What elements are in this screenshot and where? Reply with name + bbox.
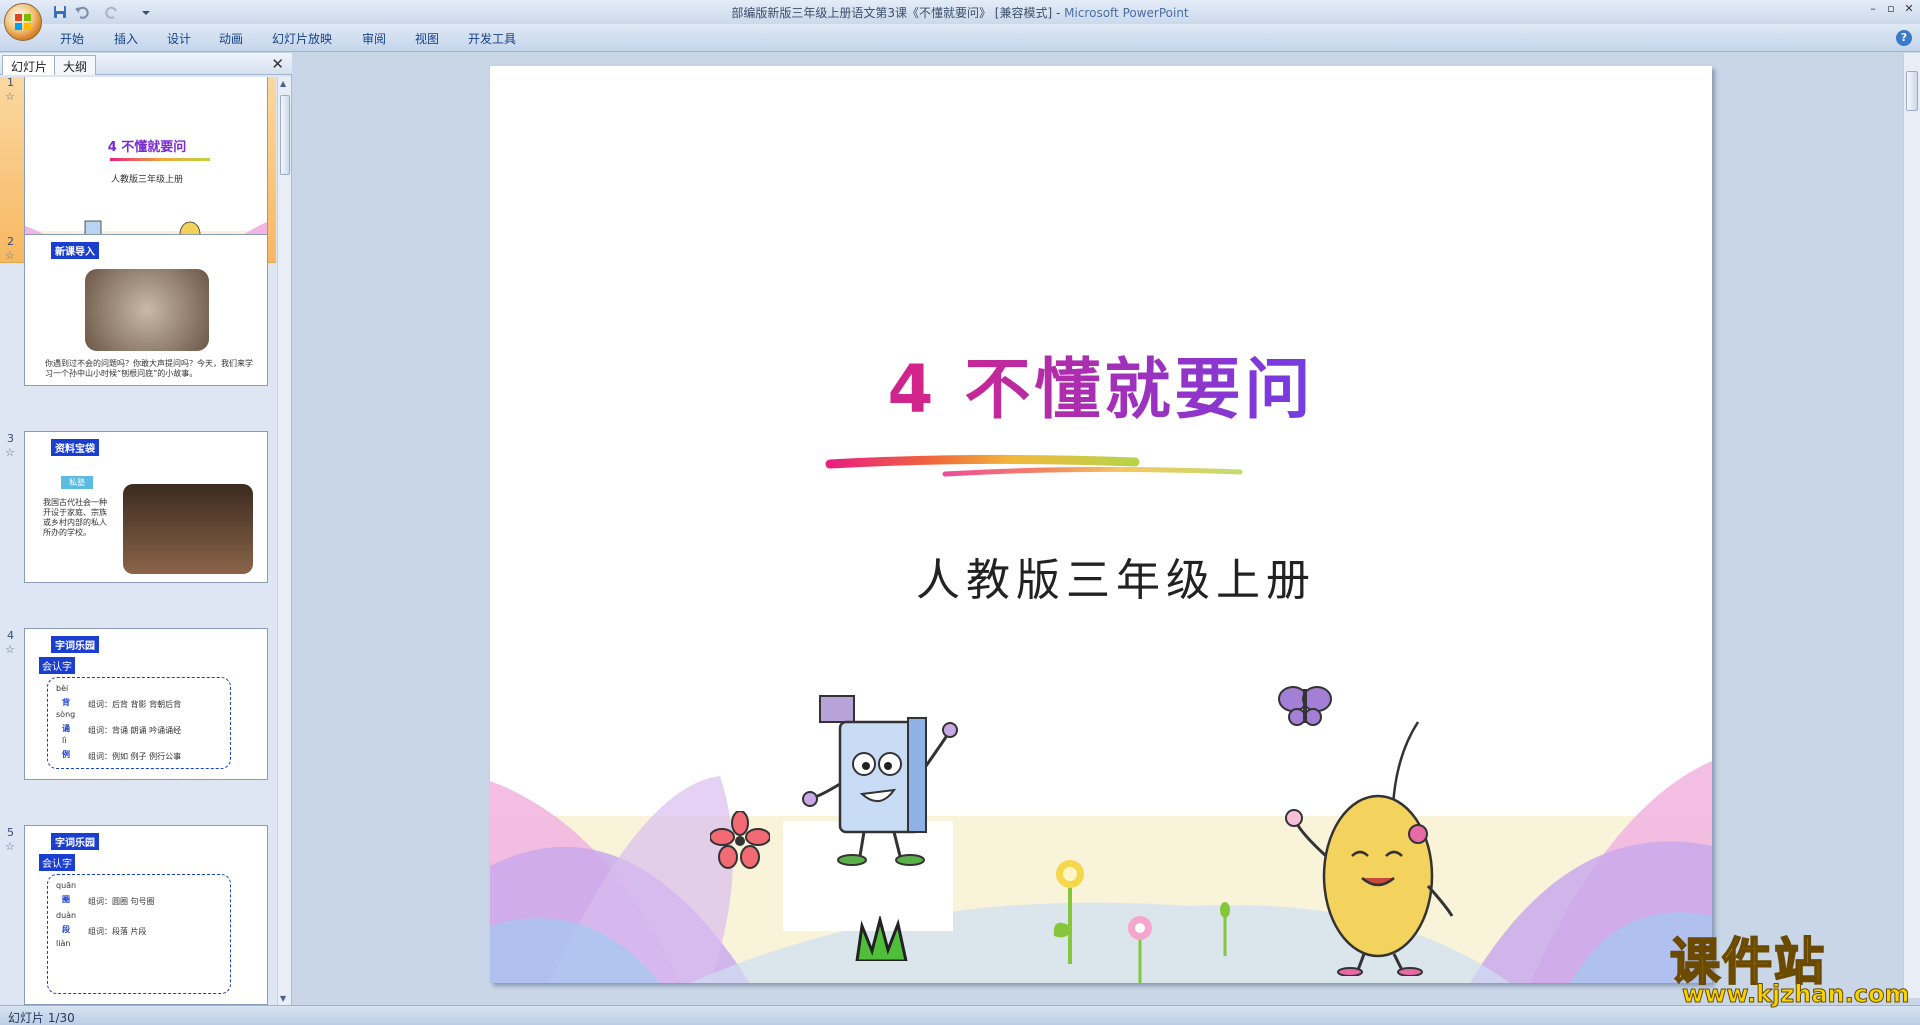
ribbon-tabs: 开始 插入 设计 动画 幻灯片放映 审阅 视图 开发工具 ?	[0, 24, 1920, 52]
thumbnail-scrollbar[interactable]: ▲ ▼	[277, 77, 291, 1005]
scroll-up-icon[interactable]: ▲	[280, 79, 286, 88]
tab-slides[interactable]: 幻灯片	[2, 55, 57, 75]
title-bar: 部编版新版三年级上册语文第3课《不懂就要问》 [兼容模式] - Microsof…	[0, 0, 1920, 41]
section-tag: 字词乐园	[51, 833, 99, 850]
character: 例	[62, 750, 70, 759]
potato-character-illustration	[1285, 721, 1454, 976]
restore-button[interactable]: ▫	[1882, 2, 1900, 16]
book-character-illustration	[802, 695, 958, 866]
slide-subtitle[interactable]: 人教版三年级上册	[490, 544, 1712, 608]
pinyin: lì	[62, 736, 67, 745]
scroll-thumb[interactable]	[280, 95, 290, 175]
slide-number: 3	[7, 432, 14, 445]
tab-animations[interactable]: 动画	[219, 30, 243, 47]
app-name: Microsoft PowerPoint	[1064, 6, 1189, 20]
pinyin: bèi	[56, 684, 69, 693]
words: 组词：背诵 朗诵 吟诵诵经	[88, 726, 182, 735]
pinyin: sòng	[56, 710, 76, 719]
pinyin: quān	[56, 881, 77, 890]
thumbnail-image: 字词乐园 会认字 bèi 背 组词：后背 背影 背朝后背 sòng 诵 组词：背…	[24, 628, 268, 780]
star-icon: ☆	[5, 90, 15, 103]
grass-illustration	[855, 916, 908, 961]
slide[interactable]: 4 不懂就要问 人教版三年级上册	[490, 66, 1712, 983]
star-icon: ☆	[5, 446, 15, 459]
slide-number: 1	[7, 77, 14, 89]
pinyin: duàn	[56, 911, 77, 920]
red-flower-illustration	[710, 811, 770, 869]
classroom-photo	[123, 484, 253, 574]
thumbnail-text: 你遇到过不会的问题吗？你敢大声提问吗？今天，我们来学习一个孙中山小时候“刨根问底…	[45, 359, 253, 378]
tab-review[interactable]: 审阅	[362, 30, 386, 47]
character: 诵	[62, 724, 70, 733]
slide-number: 2	[7, 235, 14, 248]
mini-stroke	[110, 158, 210, 161]
label-tag: 会认字	[39, 854, 75, 871]
thumbnail-text: 我国古代社会一种开设于家庭、宗族或乡村内部的私人所办的学校。	[43, 498, 107, 537]
star-icon: ☆	[5, 643, 15, 656]
office-button[interactable]	[4, 3, 42, 41]
slide-counter: 幻灯片 1/30	[8, 1011, 75, 1025]
slide-number: 4	[7, 629, 14, 642]
close-button[interactable]: ✕	[1900, 2, 1918, 16]
sprout-illustration	[1220, 902, 1230, 956]
character: 背	[62, 698, 70, 707]
character: 段	[62, 925, 70, 934]
thumbnail-image: 新课导入 你遇到过不会的问题吗？你敢大声提问吗？今天，我们来学习一个孙中山小时候…	[24, 234, 268, 386]
window-title: 部编版新版三年级上册语文第3课《不懂就要问》 [兼容模式] - Microsof…	[0, 4, 1920, 21]
tab-home[interactable]: 开始	[60, 30, 84, 47]
mini-subtitle: 人教版三年级上册	[110, 175, 183, 185]
words: 组词：例如 例子 例行公事	[88, 752, 182, 761]
words: 组词：后背 背影 背朝后背	[88, 700, 182, 709]
status-bar: 幻灯片 1/30	[0, 1005, 1920, 1025]
scroll-down-icon[interactable]: ▼	[280, 994, 286, 1003]
thumbnail-image: 资料宝袋 私塾 我国古代社会一种开设于家庭、宗族或乡村内部的私人所办的学校。	[24, 431, 268, 583]
thumbnail-list: 1 ☆ 4 不懂就要问 人教版三年级上册 2 ☆ 新课导入 你遇到过不会的问题吗…	[0, 77, 276, 1005]
document-title: 部编版新版三年级上册语文第3课《不懂就要问》 [兼容模式] -	[731, 6, 1065, 20]
scroll-thumb[interactable]	[1906, 71, 1918, 111]
tab-developer[interactable]: 开发工具	[468, 30, 516, 47]
slide-thumbnail-2[interactable]: 2 ☆ 新课导入 你遇到过不会的问题吗？你敢大声提问吗？今天，我们来学习一个孙中…	[0, 231, 276, 391]
tab-outline[interactable]: 大纲	[54, 55, 97, 75]
character: 圈	[62, 895, 70, 904]
slide-scrollbar[interactable]	[1903, 53, 1920, 998]
words: 组词：段落 片段	[88, 927, 147, 936]
thumbnail-image: 字词乐园 会认字 quān 圈 组词：圆圈 句号圈 duàn 段 组词：段落 片…	[24, 825, 268, 1005]
pink-flower-illustration	[1128, 916, 1152, 983]
slide-title[interactable]: 4 不懂就要问	[490, 336, 1712, 432]
section-tag: 新课导入	[51, 242, 99, 259]
star-icon: ☆	[5, 249, 15, 262]
tab-design[interactable]: 设计	[167, 30, 191, 47]
slide-thumbnail-3[interactable]: 3 ☆ 资料宝袋 私塾 我国古代社会一种开设于家庭、宗族或乡村内部的私人所办的学…	[0, 428, 276, 588]
watermark-logo: 课件站 www.kjzhan.com	[1669, 922, 1910, 1009]
slide-thumbnail-4[interactable]: 4 ☆ 字词乐园 会认字 bèi 背 组词：后背 背影 背朝后背 sòng 诵 …	[0, 625, 276, 785]
word-box: quān 圈 组词：圆圈 句号圈 duàn 段 组词：段落 片段 liàn	[47, 874, 231, 994]
star-icon: ☆	[5, 840, 15, 853]
slide-thumbnail-5[interactable]: 5 ☆ 字词乐园 会认字 quān 圈 组词：圆圈 句号圈 duàn 段 组词：…	[0, 822, 276, 1005]
tab-slideshow[interactable]: 幻灯片放映	[272, 30, 332, 47]
minimize-button[interactable]: –	[1864, 2, 1882, 16]
word-box: bèi 背 组词：后背 背影 背朝后背 sòng 诵 组词：背诵 朗诵 吟诵诵经…	[47, 677, 231, 769]
tab-view[interactable]: 视图	[415, 30, 439, 47]
help-icon[interactable]: ?	[1896, 30, 1912, 46]
label-tag: 会认字	[39, 657, 75, 674]
crayon-stroke-decoration	[825, 454, 1243, 477]
slide-background-art	[490, 761, 1712, 983]
pinyin: liàn	[56, 939, 71, 948]
section-tag: 资料宝袋	[51, 439, 99, 456]
slides-pane: 幻灯片 大纲 ✕ 1 ☆ 4 不懂就要问 人教版三年级上册 2 ☆ 新课导入 你…	[0, 53, 292, 1005]
slide-number: 5	[7, 826, 14, 839]
yellow-flower-illustration	[1053, 860, 1084, 964]
office-logo-icon	[15, 14, 31, 30]
close-icon[interactable]: ✕	[271, 55, 284, 73]
pane-tabs: 幻灯片 大纲 ✕	[0, 53, 292, 75]
watermark-url: www.kjzhan.com	[1681, 980, 1910, 1009]
mini-title: 4 不懂就要问	[107, 140, 187, 155]
book-photo	[85, 269, 209, 351]
section-tag: 字词乐园	[51, 636, 99, 653]
tab-insert[interactable]: 插入	[114, 30, 138, 47]
label-tag: 私塾	[61, 476, 93, 489]
words: 组词：圆圈 句号圈	[88, 897, 155, 906]
